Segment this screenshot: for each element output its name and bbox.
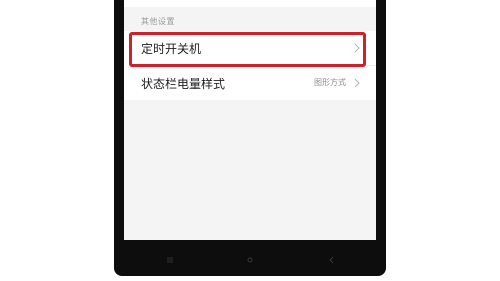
row-value: 图形方式 xyxy=(314,78,346,87)
home-icon[interactable] xyxy=(244,254,256,266)
chevron-right-icon xyxy=(354,78,360,88)
row-battery-style[interactable]: 状态栏电量样式 图形方式 xyxy=(124,66,376,100)
menu-icon[interactable] xyxy=(164,254,176,266)
navigation-bar xyxy=(114,248,386,272)
photo-scene: 其他设置 定时开关机 状态栏电量样式 图形方式 xyxy=(0,0,500,281)
section-header: 其他设置 xyxy=(141,17,175,26)
top-card-remnant xyxy=(124,0,376,7)
back-icon[interactable] xyxy=(326,254,338,266)
row-label: 状态栏电量样式 xyxy=(141,77,226,91)
highlight-annotation-box xyxy=(129,32,366,67)
